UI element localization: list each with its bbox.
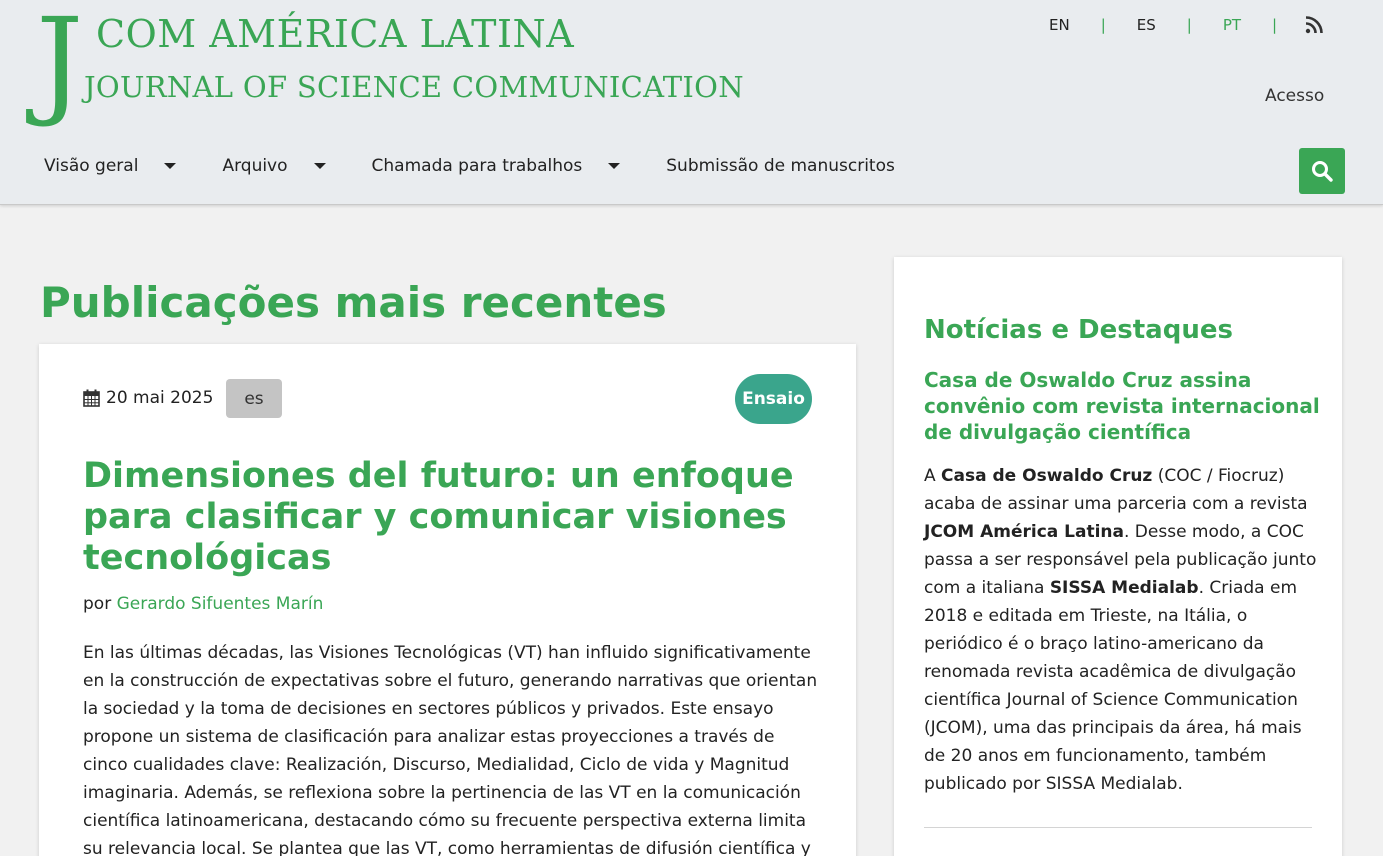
lang-separator: | bbox=[1186, 16, 1192, 34]
article-type-badge[interactable]: Ensaio bbox=[735, 374, 812, 424]
article-card: 20 mai 2025 es Ensaio Dimensiones del fu… bbox=[39, 344, 856, 856]
news-text: A bbox=[924, 466, 942, 486]
nav-label: Arquivo bbox=[222, 156, 288, 176]
nav-submissao[interactable]: Submissão de manuscritos bbox=[666, 156, 895, 176]
logo-j-glyph[interactable]: J bbox=[36, 2, 83, 120]
article-byline: por Gerardo Sifuentes Marín bbox=[83, 594, 323, 614]
nav-chamada-para-trabalhos[interactable]: Chamada para trabalhos bbox=[372, 156, 621, 176]
lang-es[interactable]: ES bbox=[1128, 16, 1165, 34]
calendar-icon bbox=[83, 389, 100, 407]
search-button[interactable] bbox=[1299, 148, 1345, 194]
news-bold: SISSA Medialab bbox=[1049, 578, 1199, 598]
caret-down-icon bbox=[164, 163, 177, 169]
nav-label: Visão geral bbox=[44, 156, 139, 176]
sidebar-divider bbox=[924, 827, 1312, 828]
news-sidebar: Notícias e Destaques Casa de Oswaldo Cru… bbox=[894, 257, 1342, 856]
search-icon bbox=[1312, 161, 1333, 182]
caret-down-icon bbox=[608, 163, 621, 169]
language-switcher: EN | ES | PT | bbox=[1040, 16, 1299, 34]
main-nav: Visão geral Arquivo Chamada para trabalh… bbox=[44, 156, 941, 176]
rss-icon[interactable] bbox=[1305, 16, 1323, 34]
lang-separator: | bbox=[1272, 16, 1278, 34]
nav-label: Submissão de manuscritos bbox=[666, 156, 895, 176]
date-text: 20 mai 2025 bbox=[106, 388, 214, 408]
nav-label: Chamada para trabalhos bbox=[371, 156, 583, 176]
news-title-link[interactable]: Casa de Oswaldo Cruz assina convênio com… bbox=[924, 367, 1322, 445]
login-link[interactable]: Acesso bbox=[1265, 86, 1324, 106]
site-header: J COM AMÉRICA LATINA JOURNAL OF SCIENCE … bbox=[0, 0, 1383, 205]
article-title[interactable]: Dimensiones del futuro: un enfoque para … bbox=[83, 456, 823, 579]
by-label: por bbox=[83, 594, 112, 614]
nav-visao-geral[interactable]: Visão geral bbox=[44, 156, 177, 176]
lang-separator: | bbox=[1100, 16, 1106, 34]
logo-title[interactable]: COM AMÉRICA LATINA bbox=[96, 12, 574, 56]
news-body: A Casa de Oswaldo Cruz (COC / Fiocruz) a… bbox=[924, 462, 1319, 798]
author-link[interactable]: Gerardo Sifuentes Marín bbox=[117, 594, 324, 614]
language-badge: es bbox=[226, 379, 282, 418]
news-bold: JCOM América Latina bbox=[924, 522, 1124, 542]
logo-subtitle[interactable]: JOURNAL OF SCIENCE COMMUNICATION bbox=[84, 70, 744, 104]
lang-pt[interactable]: PT bbox=[1214, 16, 1250, 34]
sidebar-heading: Notícias e Destaques bbox=[924, 315, 1233, 345]
page-title: Publicações mais recentes bbox=[40, 278, 667, 327]
lang-en[interactable]: EN bbox=[1040, 16, 1079, 34]
article-abstract: En las últimas décadas, las Visiones Tec… bbox=[83, 643, 818, 856]
news-bold: Casa de Oswaldo Cruz bbox=[941, 466, 1153, 486]
news-text: . Criada em 2018 e editada em Trieste, n… bbox=[924, 578, 1302, 794]
article-date: 20 mai 2025 bbox=[83, 388, 213, 408]
nav-arquivo[interactable]: Arquivo bbox=[222, 156, 326, 176]
caret-down-icon bbox=[313, 163, 326, 169]
